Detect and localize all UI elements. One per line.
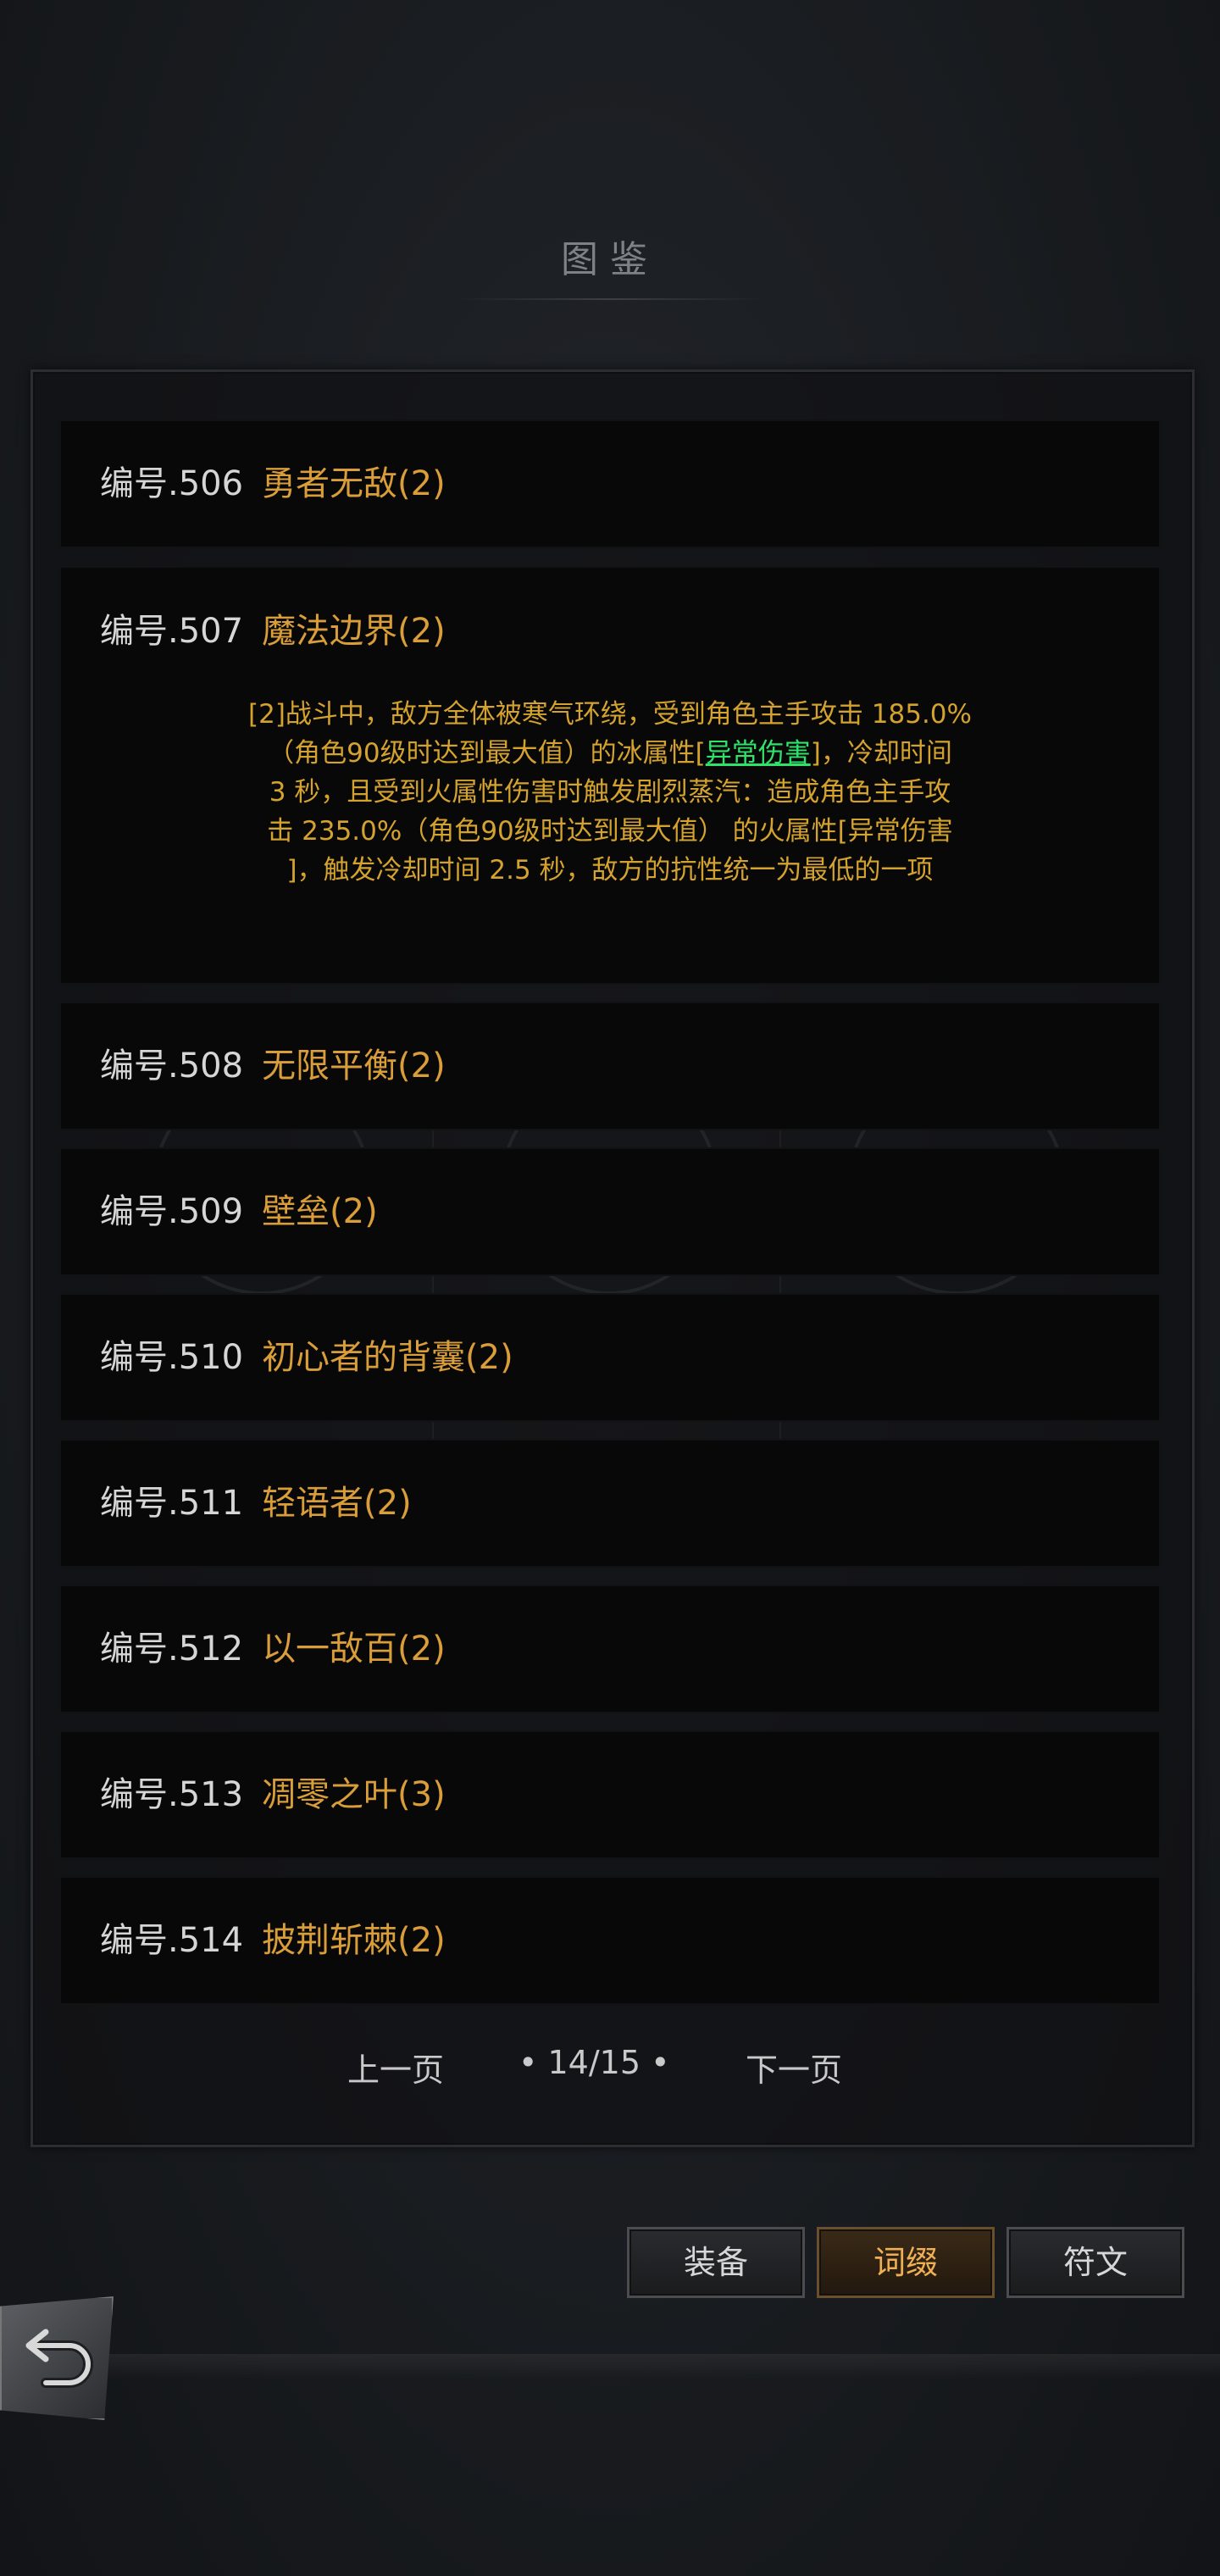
item-name: 以一敌百(2) <box>262 1629 446 1668</box>
item-name: 勇者无敌(2) <box>262 464 446 503</box>
prev-page-button[interactable]: 上一页 <box>347 2044 444 2090</box>
abnormal-damage-link[interactable]: 异常伤害 <box>706 738 811 769</box>
item-name: 披荆斩棘(2) <box>262 1921 446 1960</box>
item-name: 轻语者(2) <box>262 1484 412 1523</box>
item-number: 编号.512 <box>100 1629 244 1668</box>
item-number: 编号.509 <box>100 1192 244 1231</box>
item-name: 魔法边界(2) <box>262 612 446 651</box>
item-description: [2]战斗中，敌方全体被寒气环绕，受到角色主手攻击 185.0% （角色90级时… <box>248 699 972 886</box>
item-number: 编号.508 <box>100 1046 244 1085</box>
item-name: 无限平衡(2) <box>262 1046 446 1085</box>
item-number: 编号.506 <box>100 464 244 503</box>
item-number: 编号.514 <box>100 1921 244 1960</box>
item-number: 编号.513 <box>100 1775 244 1814</box>
page-indicator: • 14/15 • <box>518 2044 670 2081</box>
list-item[interactable]: 编号.508 无限平衡(2) <box>61 1003 1159 1129</box>
next-page-button[interactable]: 下一页 <box>746 2044 842 2090</box>
tab-equipment[interactable]: 装备 <box>627 2227 805 2298</box>
tab-rune[interactable]: 符文 <box>1006 2227 1184 2298</box>
page-title: 图鉴 <box>561 238 659 281</box>
list-item[interactable]: 编号.513 凋零之叶(3) <box>61 1732 1159 1857</box>
item-number: 编号.511 <box>100 1484 244 1523</box>
item-name: 凋零之叶(3) <box>262 1775 446 1814</box>
pagination: 上一页 • 14/15 • 下一页 <box>0 2044 1220 2095</box>
list-item[interactable]: 编号.512 以一敌百(2) <box>61 1586 1159 1712</box>
list-item[interactable]: 编号.511 轻语者(2) <box>61 1441 1159 1566</box>
list-item-expanded[interactable]: 编号.507 魔法边界(2) [2]战斗中，敌方全体被寒气环绕，受到角色主手攻击 … <box>61 568 1159 983</box>
torn-edge-divider <box>0 2354 1220 2379</box>
back-arrow-icon <box>25 2329 93 2388</box>
back-button[interactable] <box>0 2296 114 2420</box>
list-item[interactable]: 编号.514 披荆斩棘(2) <box>61 1878 1159 2003</box>
title-divider <box>458 298 762 300</box>
tab-affix[interactable]: 词缀 <box>817 2227 995 2298</box>
list-item[interactable]: 编号.506 勇者无敌(2) <box>61 421 1159 547</box>
item-number: 编号.507 <box>100 612 244 651</box>
item-number: 编号.510 <box>100 1338 244 1377</box>
item-name: 壁垒(2) <box>262 1192 378 1231</box>
list-item[interactable]: 编号.509 壁垒(2) <box>61 1149 1159 1274</box>
item-name: 初心者的背囊(2) <box>262 1338 513 1377</box>
list-item[interactable]: 编号.510 初心者的背囊(2) <box>61 1295 1159 1420</box>
